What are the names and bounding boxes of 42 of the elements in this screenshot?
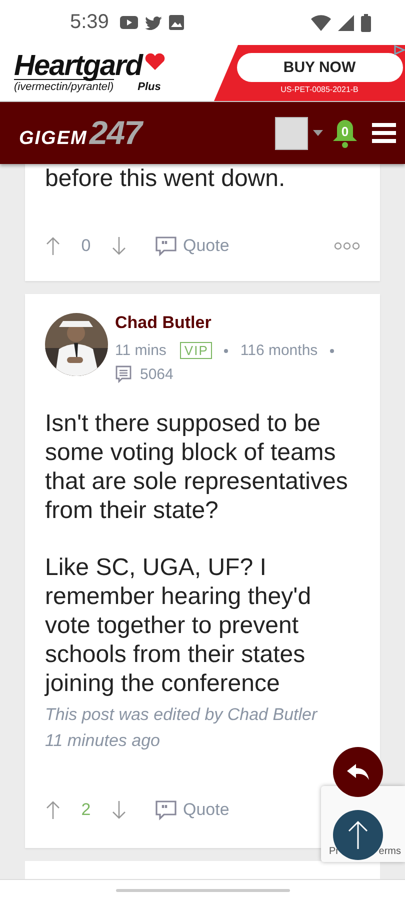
downvote-icon[interactable] [111, 236, 127, 256]
heart-icon [144, 53, 166, 71]
post-count: 5064 [140, 366, 174, 382]
signal-icon [338, 14, 354, 30]
more-icon[interactable] [334, 242, 360, 250]
upvote-icon[interactable] [45, 800, 61, 820]
post-text: Isn't there supposed to be some voting block of teams that are sole representatives from their state? [45, 409, 349, 525]
post-text: before this went down. [45, 164, 286, 193]
ingredients-label: (ivermectin/pyrantel) [14, 79, 114, 93]
brand-logo: Heartgard [14, 53, 142, 79]
post-time: 11 mins [115, 342, 166, 359]
post-text: Like SC, UGA, UF? I remember hearing they'd vote together to prevent schools from their states joining the conference [45, 553, 312, 698]
bird-icon [144, 16, 162, 30]
separator-dot [330, 348, 334, 352]
buy-now-button[interactable]: BUY NOW [236, 52, 402, 82]
quote-icon [155, 799, 177, 821]
vip-badge: VIP [180, 342, 212, 359]
arrow-up-icon [348, 820, 368, 850]
ad-code: US-PET-0085-2021-B [280, 84, 358, 94]
menu-icon[interactable] [372, 123, 396, 143]
comment-icon [115, 365, 132, 383]
downvote-icon[interactable] [111, 800, 127, 820]
caret-icon[interactable] [312, 129, 324, 137]
video-play-icon [120, 16, 138, 29]
vote-count: 0 [80, 236, 92, 256]
brand-suffix: Plus [138, 81, 161, 93]
recaptcha-link[interactable]: Pr [329, 846, 339, 857]
author-name[interactable]: Chad Butler [115, 313, 338, 333]
site-logo[interactable]: GIGEM247 [19, 114, 142, 152]
edited-note: This post was edited by Chad Butler 11 minutes ago [45, 704, 319, 752]
clock-time: 5:39 [70, 11, 109, 34]
upvote-icon[interactable] [45, 236, 61, 256]
ad-choices-icon[interactable] [393, 45, 405, 55]
quote-icon [155, 235, 177, 257]
member-tenure: 116 months [240, 342, 318, 359]
vote-count: 2 [80, 800, 92, 820]
wifi-icon [311, 14, 331, 30]
image-icon [168, 15, 184, 30]
separator-dot [224, 348, 228, 352]
reply-icon [346, 763, 370, 781]
battery-icon [361, 14, 371, 32]
recaptcha-link[interactable]: erms [378, 846, 401, 857]
